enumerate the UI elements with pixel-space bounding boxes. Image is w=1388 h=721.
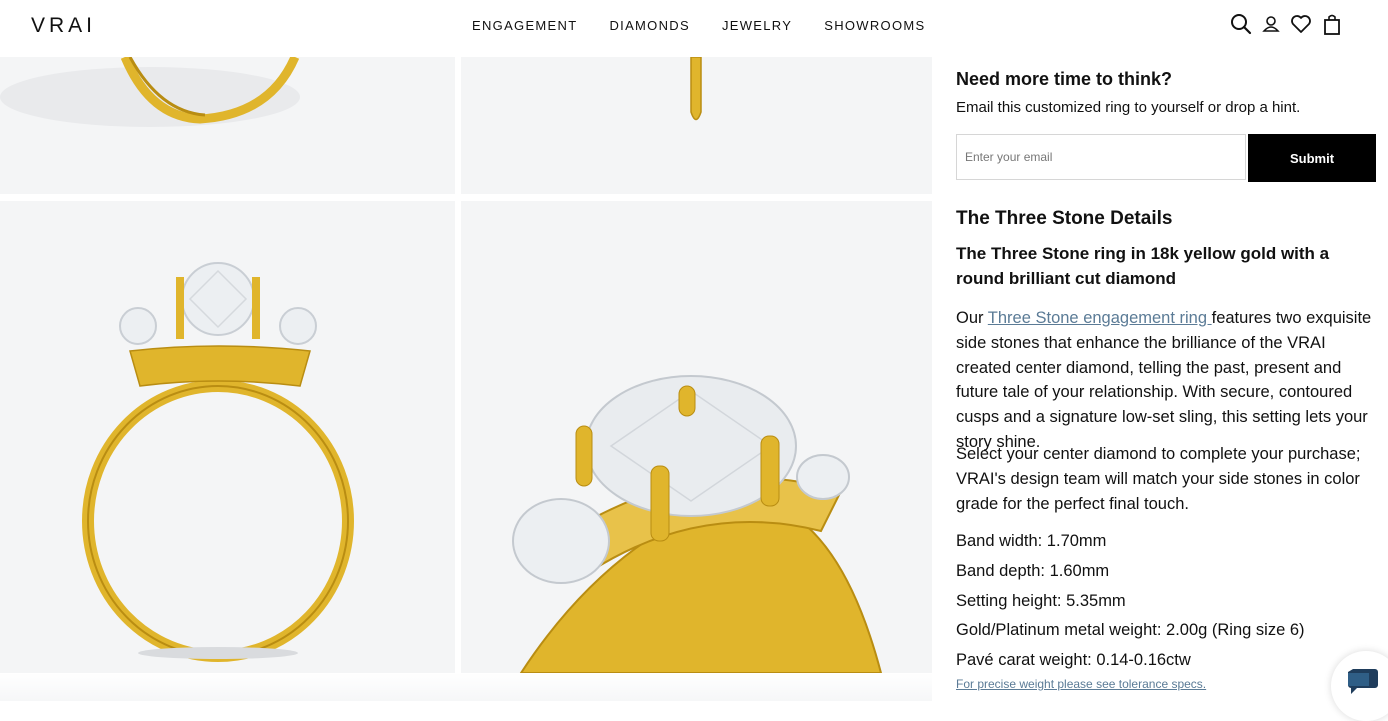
nav-jewelry[interactable]: JEWELRY (722, 18, 792, 33)
details-description: Our Three Stone engagement ring features… (956, 306, 1384, 455)
search-icon[interactable] (1230, 13, 1252, 35)
spec-band-width: Band width: 1.70mm (956, 532, 1107, 550)
site-header: VRAI ENGAGEMENT DIAMONDS JEWELRY SHOWROO… (0, 0, 1388, 57)
gallery-image-1[interactable] (0, 57, 455, 194)
chat-button[interactable] (1331, 651, 1388, 721)
desc-suffix: features two exquisite side stones that … (956, 309, 1372, 451)
email-field[interactable] (957, 135, 1245, 179)
tolerance-specs-link[interactable]: For precise weight please see tolerance … (956, 677, 1206, 691)
account-icon[interactable] (1262, 14, 1280, 34)
gallery-image-4[interactable] (461, 201, 932, 673)
nav-showrooms[interactable]: SHOWROOMS (824, 18, 925, 33)
details-heading: The Three Stone Details (956, 208, 1173, 229)
bag-icon[interactable] (1322, 13, 1342, 35)
spec-list: Band width: 1.70mm Band depth: 1.60mm Se… (956, 527, 1305, 676)
three-stone-link[interactable]: Three Stone engagement ring (988, 309, 1212, 327)
desc-prefix: Our (956, 309, 988, 327)
submit-button[interactable]: Submit (1248, 134, 1376, 182)
spec-pave-carat-weight: Pavé carat weight: 0.14-0.16ctw (956, 651, 1191, 670)
spec-metal-weight: Gold/Platinum metal weight: 2.00g (Ring … (956, 621, 1305, 640)
details-lead: The Three Stone ring in 18k yellow gold … (956, 244, 1330, 288)
brand-logo[interactable]: VRAI (31, 14, 96, 38)
email-capture-subtitle: Email this customized ring to yourself o… (956, 99, 1301, 116)
gallery-image-3[interactable] (0, 201, 455, 673)
header-icons (1230, 13, 1342, 35)
select-center-diamond-text: Select your center diamond to complete y… (956, 445, 1361, 513)
email-field-wrapper (956, 134, 1246, 180)
spec-band-depth: Band depth: 1.60mm (956, 561, 1110, 580)
gallery-bottom-strip (0, 673, 932, 701)
product-gallery (0, 57, 932, 673)
nav-engagement[interactable]: ENGAGEMENT (472, 18, 577, 33)
main-nav: ENGAGEMENT DIAMONDS JEWELRY SHOWROOMS (472, 18, 925, 33)
chat-icon (1348, 669, 1378, 694)
heart-icon[interactable] (1290, 14, 1312, 34)
gallery-image-2[interactable] (461, 57, 932, 194)
nav-diamonds[interactable]: DIAMONDS (609, 18, 689, 33)
email-capture-title: Need more time to think? (956, 69, 1173, 89)
spec-setting-height: Setting height: 5.35mm (956, 591, 1126, 610)
